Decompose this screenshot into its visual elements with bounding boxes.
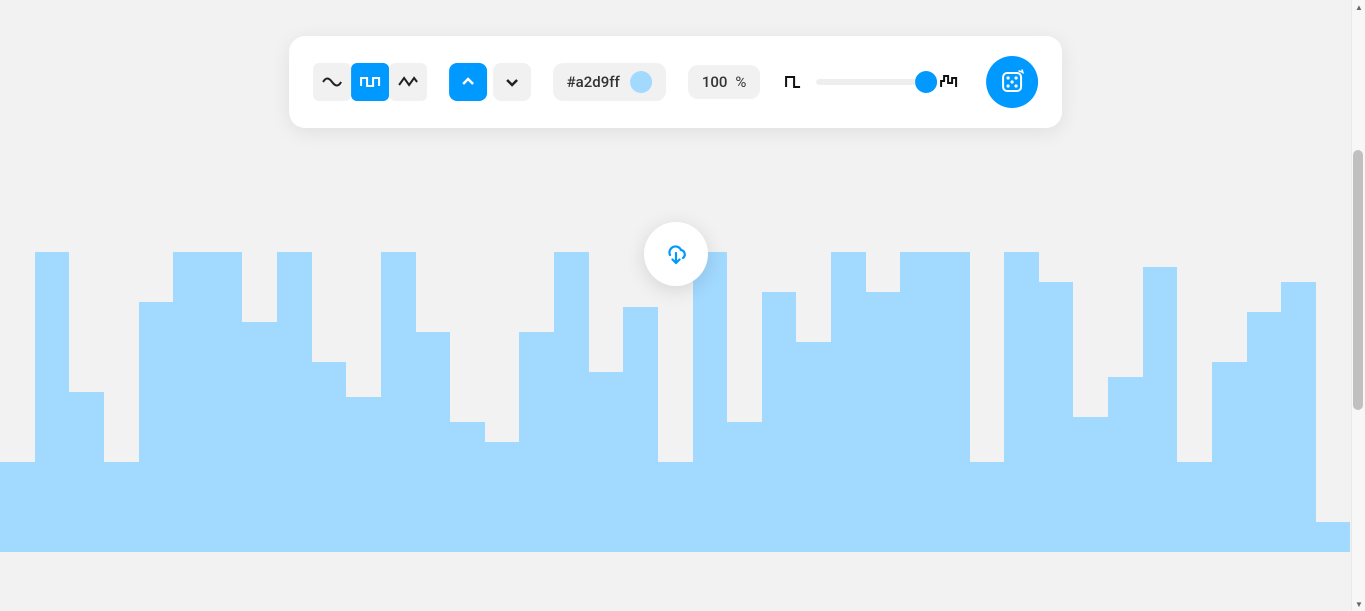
zigzag-wave-icon <box>396 70 420 94</box>
wave-bar <box>208 252 243 552</box>
wave-bar <box>35 252 70 552</box>
wave-bar <box>693 252 728 552</box>
wave-bar <box>589 252 624 552</box>
color-hex-value: #a2d9ff <box>567 73 620 91</box>
wave-bar <box>935 252 970 552</box>
opacity-value: 100 <box>702 73 728 91</box>
wave-bar <box>900 252 935 552</box>
direction-up[interactable] <box>449 63 487 101</box>
app-content: #a2d9ff 100 % <box>0 0 1351 611</box>
wave-bar <box>554 252 589 552</box>
wave-bar <box>1316 252 1351 552</box>
wave-bar <box>1143 252 1178 552</box>
chevron-down-icon <box>502 72 522 92</box>
wave-bar <box>277 252 312 552</box>
complexity-high-icon <box>938 71 960 93</box>
complexity-low-icon <box>782 71 804 93</box>
wave-bar <box>173 252 208 552</box>
direction-group <box>449 63 531 101</box>
slider-thumb[interactable] <box>915 71 937 93</box>
wave-bar <box>1039 252 1074 552</box>
wave-style-group <box>313 63 427 101</box>
wave-style-zigzag[interactable] <box>389 63 427 101</box>
wave-style-smooth[interactable] <box>313 63 351 101</box>
wave-bar <box>519 252 554 552</box>
wave-preview <box>0 252 1351 552</box>
scroll-up-arrow[interactable]: ▲ <box>1352 0 1365 14</box>
wave-bar <box>831 252 866 552</box>
wave-bar <box>727 252 762 552</box>
wave-bar <box>416 252 451 552</box>
color-swatch <box>630 71 652 93</box>
wave-bar <box>242 252 277 552</box>
wave-bar <box>381 252 416 552</box>
download-button[interactable] <box>644 222 708 286</box>
randomize-button[interactable] <box>986 56 1038 108</box>
wave-bar <box>623 252 658 552</box>
wave-bar <box>104 252 139 552</box>
wave-bar <box>346 252 381 552</box>
complexity-group <box>782 71 960 93</box>
wave-bar <box>658 252 693 552</box>
wave-bar <box>762 252 797 552</box>
smooth-wave-icon <box>320 70 344 94</box>
chevron-up-icon <box>458 72 478 92</box>
color-picker[interactable]: #a2d9ff <box>553 63 666 101</box>
wave-bar <box>1247 252 1282 552</box>
wave-bar <box>69 252 104 552</box>
wave-bar <box>796 252 831 552</box>
vertical-scrollbar[interactable]: ▲ ▼ <box>1351 0 1365 611</box>
wave-bar <box>1177 252 1212 552</box>
toolbar: #a2d9ff 100 % <box>289 36 1063 128</box>
complexity-slider[interactable] <box>816 79 926 85</box>
step-wave-icon <box>358 70 382 94</box>
opacity-input[interactable]: 100 % <box>688 65 761 99</box>
wave-bar <box>312 252 347 552</box>
scroll-down-arrow[interactable]: ▼ <box>1352 597 1365 611</box>
wave-bar <box>450 252 485 552</box>
wave-bar <box>485 252 520 552</box>
wave-style-step[interactable] <box>351 63 389 101</box>
wave-bar <box>1281 252 1316 552</box>
wave-bar <box>866 252 901 552</box>
scrollbar-thumb[interactable] <box>1353 150 1363 410</box>
cloud-download-icon <box>661 239 691 269</box>
wave-bar <box>1004 252 1039 552</box>
wave-bar <box>970 252 1005 552</box>
wave-bar <box>1108 252 1143 552</box>
wave-bar <box>1212 252 1247 552</box>
dice-icon <box>998 68 1026 96</box>
wave-bar <box>1073 252 1108 552</box>
opacity-unit: % <box>735 73 746 91</box>
wave-bar <box>0 252 35 552</box>
direction-down[interactable] <box>493 63 531 101</box>
wave-bar <box>139 252 174 552</box>
